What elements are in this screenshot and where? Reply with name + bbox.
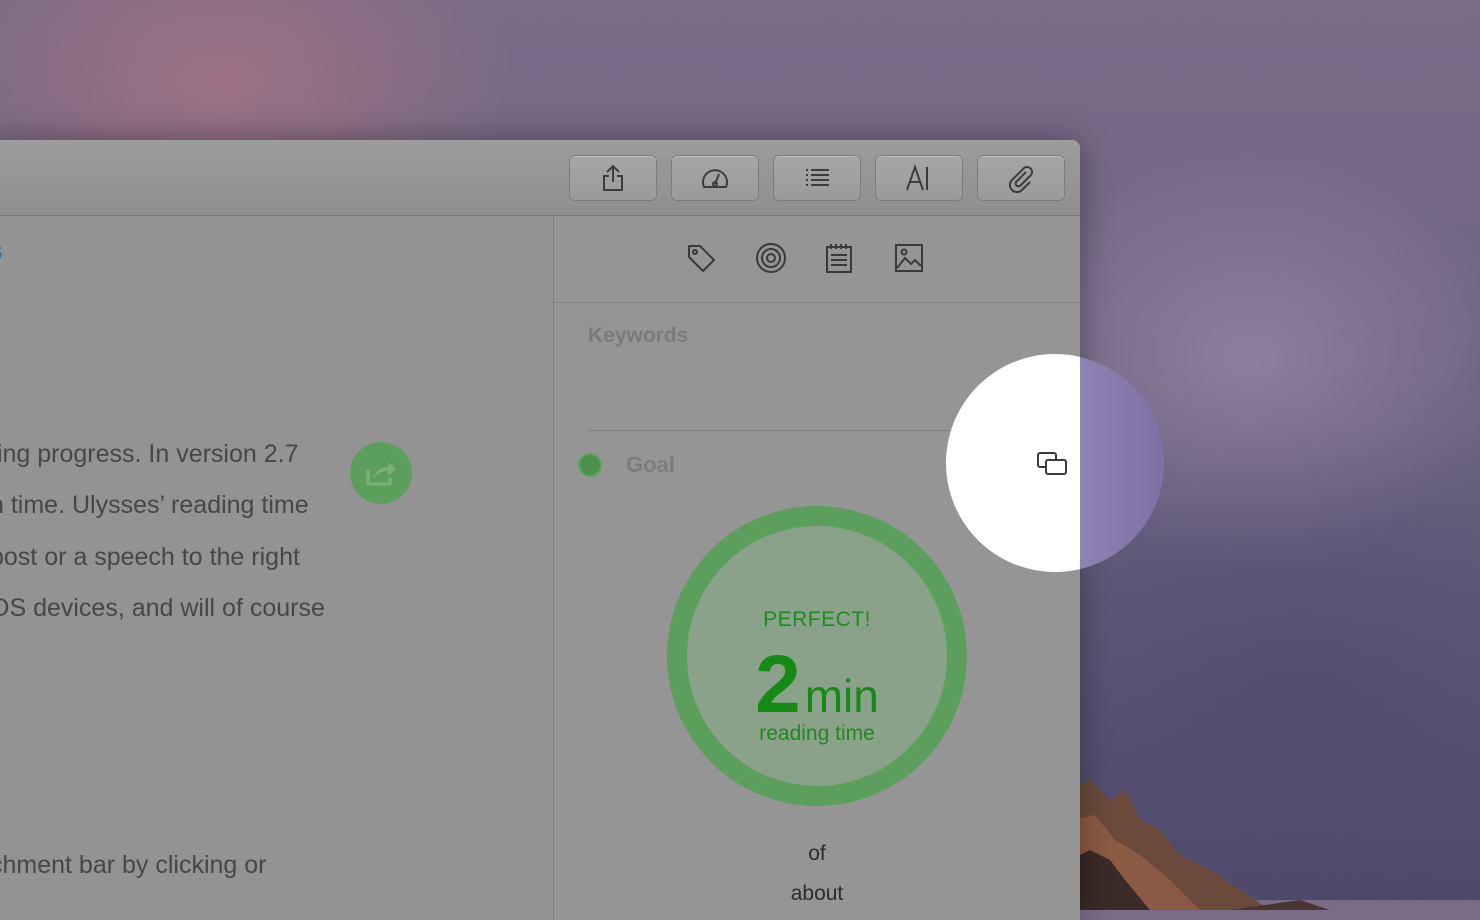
share-button[interactable] [569, 155, 657, 201]
editor-line: chment bar by clicking or [0, 851, 267, 879]
typography-button[interactable] [875, 155, 963, 201]
paperclip-icon [1008, 166, 1033, 193]
typography-icon [906, 163, 928, 191]
goal-caption: reading time [759, 722, 875, 745]
dashboard-icon [702, 169, 728, 188]
target-icon [756, 243, 786, 273]
goal-value: 2 min [687, 638, 947, 732]
dashboard-button[interactable] [671, 155, 759, 201]
goal-of-text: of [808, 842, 826, 865]
editor-line: n time. Ulysses’ reading time [0, 491, 309, 519]
goal-progress-ring[interactable]: PERFECT! 2 min reading time [667, 506, 967, 806]
share-arrow-icon [366, 462, 396, 486]
tab-goal[interactable] [755, 242, 787, 274]
editor-link-fragment[interactable]: s [0, 237, 3, 266]
goal-share-button[interactable] [350, 442, 412, 504]
notes-icon [826, 244, 852, 273]
tab-notes[interactable] [823, 242, 855, 274]
app-window: s ting progress. In version 2.7 n time. … [0, 140, 1080, 920]
goal-ring-inner: PERFECT! 2 min reading time [687, 526, 947, 786]
tab-keywords[interactable] [685, 242, 717, 274]
attachments-button[interactable] [977, 155, 1065, 201]
goal-about-text[interactable]: about [554, 882, 1080, 906]
outline-button[interactable] [773, 155, 861, 201]
goal-status-dot [578, 453, 602, 477]
editor-line: post or a speech to the right [0, 543, 300, 571]
copy-icon[interactable] [1034, 448, 1070, 480]
editor-line: ting progress. In version 2.7 [0, 440, 299, 468]
goal-unit: min [804, 670, 879, 722]
keywords-label: Keywords [588, 324, 689, 347]
toolbar [0, 140, 1080, 216]
share-icon [603, 164, 623, 191]
goal-number: 2 [755, 639, 801, 730]
tab-images[interactable] [893, 242, 925, 274]
image-icon [895, 244, 923, 272]
goal-label: Goal [626, 452, 675, 477]
panel-tabs [554, 216, 1080, 303]
list-icon [806, 169, 829, 186]
editor-pane[interactable]: s ting progress. In version 2.7 n time. … [0, 216, 553, 920]
wallpaper-rocks [1070, 780, 1330, 910]
editor-line: OS devices, and will of course [0, 594, 325, 622]
goal-status-text: PERFECT! [763, 608, 871, 631]
attachments-panel: Keywords Goal PERFECT! 2 min reading time… [554, 216, 1080, 920]
tag-icon [688, 245, 715, 272]
